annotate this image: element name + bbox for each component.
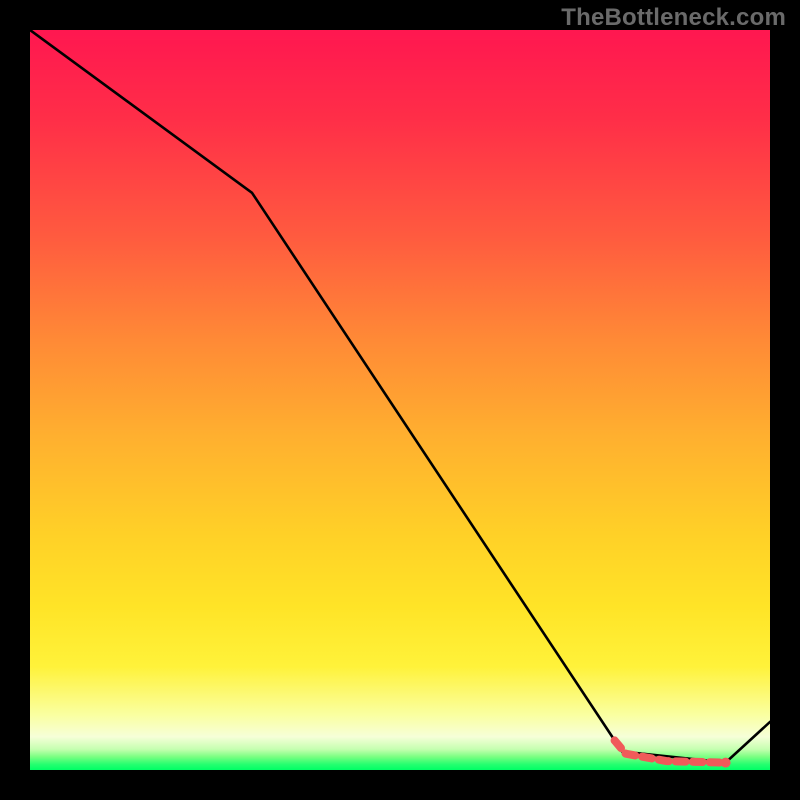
plot-area	[30, 30, 770, 770]
bottleneck-curve	[30, 30, 770, 770]
chart-frame: TheBottleneck.com	[0, 0, 800, 800]
watermark-text: TheBottleneck.com	[561, 4, 786, 32]
